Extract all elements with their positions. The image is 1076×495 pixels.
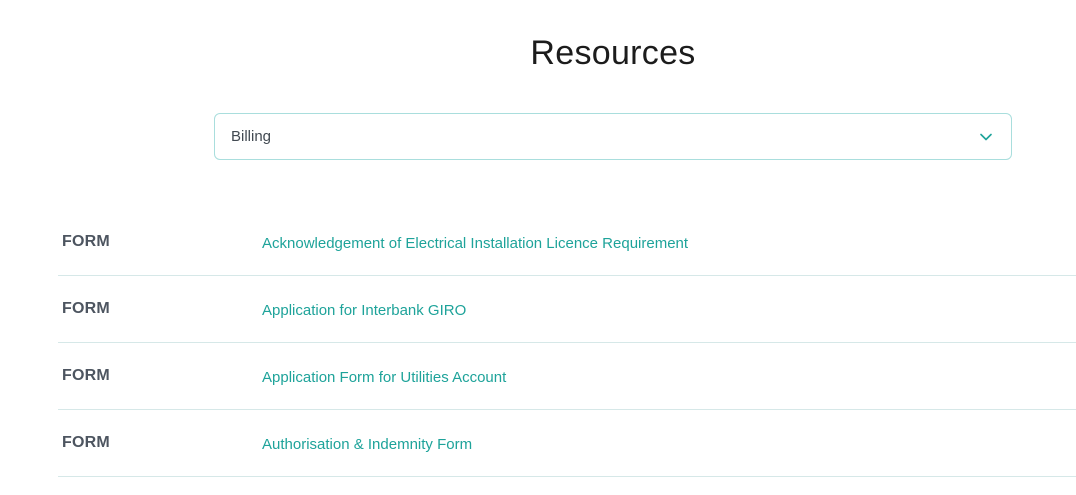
resource-row: FORM Acknowledgement of Electrical Insta… — [58, 209, 1076, 276]
category-dropdown[interactable]: Billing — [214, 113, 1012, 160]
category-dropdown-value: Billing — [231, 128, 272, 145]
resource-list: FORM Acknowledgement of Electrical Insta… — [58, 209, 1076, 477]
resource-type-label: FORM — [62, 434, 110, 451]
resource-link[interactable]: Acknowledgement of Electrical Installati… — [262, 235, 688, 252]
chevron-down-icon — [979, 130, 993, 144]
resources-page: Resources Billing FORM Acknowledgement o… — [0, 0, 1076, 495]
resource-row: FORM Authorisation & Indemnity Form — [58, 410, 1076, 477]
resource-type-label: FORM — [62, 300, 110, 317]
resource-type-label: FORM — [62, 367, 110, 384]
resource-row: FORM Application for Interbank GIRO — [58, 276, 1076, 343]
resource-row: FORM Application Form for Utilities Acco… — [58, 343, 1076, 410]
resource-type-label: FORM — [62, 233, 110, 250]
resource-link[interactable]: Application Form for Utilities Account — [262, 369, 506, 386]
resource-link[interactable]: Authorisation & Indemnity Form — [262, 436, 472, 453]
resource-link[interactable]: Application for Interbank GIRO — [262, 302, 466, 319]
page-title: Resources — [530, 34, 696, 72]
